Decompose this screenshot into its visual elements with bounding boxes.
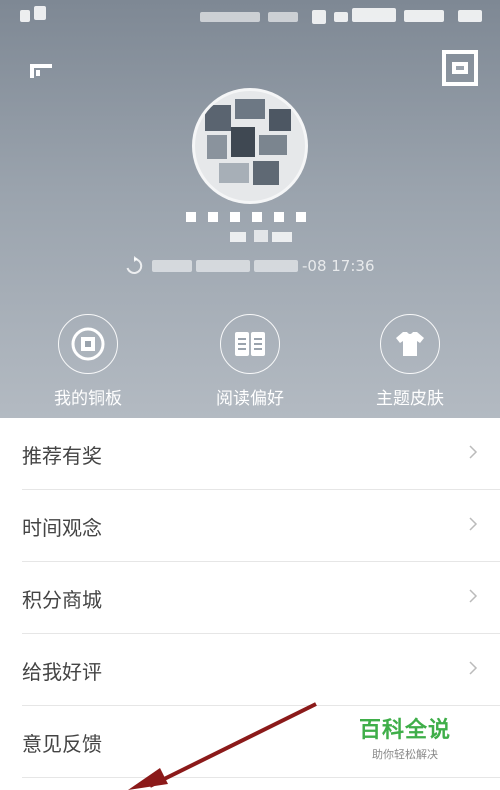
book-icon (235, 332, 265, 356)
menu-item-time-concept[interactable]: 时间观念 (22, 490, 500, 562)
watermark-subtitle: 助你轻松解决 (372, 748, 438, 761)
status-icon-mask (352, 8, 396, 22)
status-icon-mask (404, 10, 444, 22)
menu-item-label: 积分商城 (22, 588, 102, 612)
status-carrier-mask (34, 6, 46, 20)
chevron-right-icon (469, 661, 478, 675)
sync-time-mask (254, 260, 298, 272)
feature-reading-preference[interactable]: 阅读偏好 (190, 314, 310, 409)
coin-icon (71, 327, 105, 361)
watermark-title: 百科全说 (358, 718, 451, 743)
profile-header: -08 17:36 我的铜板 阅读偏好 主题皮肤 (0, 0, 500, 418)
chevron-right-icon (469, 445, 478, 459)
username-mask (186, 212, 306, 222)
status-icon-mask (312, 10, 326, 24)
feature-theme-skin[interactable]: 主题皮肤 (350, 314, 470, 409)
status-info-mask (200, 12, 260, 22)
menu-item-label: 时间观念 (22, 516, 102, 540)
sync-time-row: -08 17:36 (124, 254, 414, 278)
menu-item-label: 推荐有奖 (22, 444, 102, 468)
feature-label: 主题皮肤 (376, 389, 444, 409)
feature-label: 阅读偏好 (216, 389, 284, 409)
sync-time-mask (152, 260, 192, 272)
avatar[interactable] (192, 88, 308, 204)
user-id-mask (230, 230, 292, 242)
back-button[interactable] (22, 52, 62, 88)
menu-item-referral-reward[interactable]: 推荐有奖 (22, 418, 500, 490)
status-icon-mask (334, 12, 348, 22)
shirt-icon (396, 332, 424, 356)
menu-item-points-mall[interactable]: 积分商城 (22, 562, 500, 634)
chevron-right-icon (469, 589, 478, 603)
watermark-logo: 百科全说 助你轻松解决 (340, 708, 470, 770)
feature-label: 我的铜板 (54, 389, 122, 409)
status-bar (0, 0, 500, 34)
scan-button[interactable] (438, 46, 482, 90)
sync-time-text: -08 17:36 (302, 257, 375, 275)
status-signal-mask (20, 10, 30, 22)
status-info-mask (268, 12, 298, 22)
sync-icon[interactable] (124, 256, 144, 276)
menu-item-label: 意见反馈 (22, 732, 102, 756)
sync-time-mask (196, 260, 250, 272)
menu-item-label: 给我好评 (22, 660, 102, 684)
chevron-right-icon (469, 517, 478, 531)
menu-item-rate-us[interactable]: 给我好评 (22, 634, 500, 706)
feature-my-coins[interactable]: 我的铜板 (28, 314, 148, 409)
back-arrow-icon (30, 64, 52, 78)
scan-icon (442, 50, 478, 86)
status-battery-mask (458, 10, 482, 22)
